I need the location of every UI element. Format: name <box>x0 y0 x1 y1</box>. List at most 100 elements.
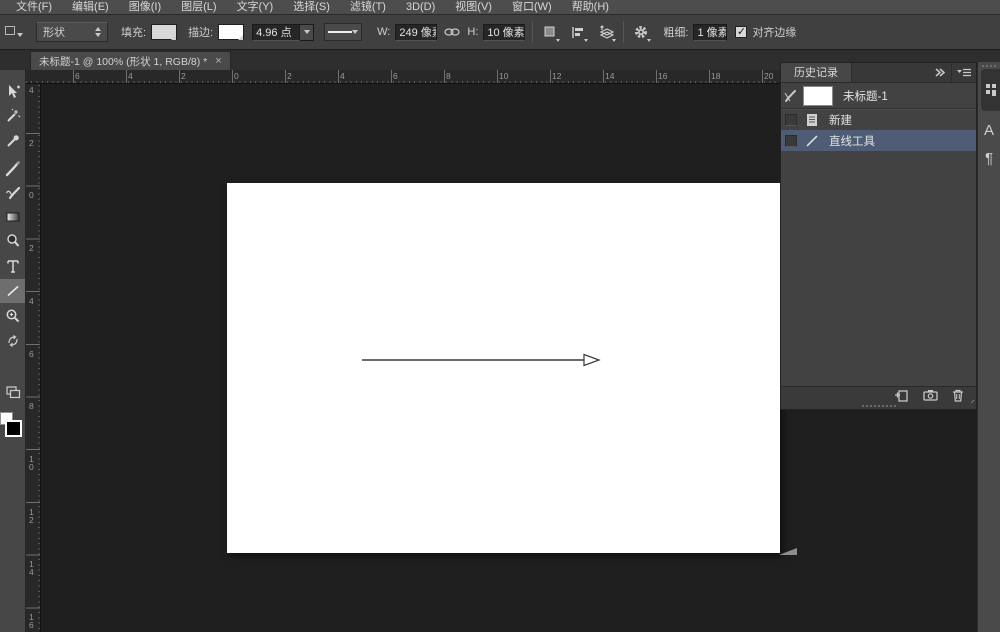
ruler-number: 6 <box>29 350 37 358</box>
history-panel-tab[interactable]: 历史记录 <box>781 63 852 82</box>
ruler-number: 0 <box>234 71 239 81</box>
ruler-number: 14 <box>29 560 37 576</box>
history-row-line-tool[interactable]: 直线工具 <box>781 130 976 151</box>
tool-preset-icon[interactable] <box>2 21 24 43</box>
align-edges-checkbox[interactable]: ✓ <box>735 26 747 38</box>
ruler-number: 2 <box>287 71 292 81</box>
collapse-panel-icon[interactable] <box>929 63 951 82</box>
paragraph-panel-icon[interactable]: ¶ <box>978 150 1000 167</box>
ruler-number: 6 <box>393 71 398 81</box>
snapshot-thumbnail <box>803 86 833 106</box>
menu-item[interactable]: 3D(D) <box>396 0 445 15</box>
link-wh-icon[interactable] <box>442 22 462 42</box>
switch-colors-icon[interactable] <box>0 332 25 348</box>
background-color-swatch[interactable] <box>5 420 22 437</box>
document-tab[interactable]: 未标题-1 @ 100% (形状 1, RGB/8) * × <box>30 51 231 70</box>
new-document-icon <box>803 113 821 127</box>
ruler-number: 0 <box>29 191 37 199</box>
weight-label: 粗细: <box>663 24 688 40</box>
type-tool[interactable] <box>0 254 25 278</box>
menu-item[interactable]: 窗口(W) <box>502 0 562 15</box>
line-tool[interactable] <box>0 279 25 303</box>
ruler-number: 2 <box>29 244 37 252</box>
path-operations-icon[interactable] <box>540 22 560 42</box>
menu-item[interactable]: 帮助(H) <box>562 0 619 15</box>
history-row-label: 直线工具 <box>829 133 875 149</box>
tool-mode-value: 形状 <box>43 24 65 40</box>
menu-item[interactable]: 编辑(E) <box>62 0 119 15</box>
ruler-number: 8 <box>29 402 37 410</box>
canvas[interactable] <box>227 183 780 553</box>
stroke-width-input[interactable]: 4.96 点 <box>252 24 300 41</box>
stroke-swatch[interactable] <box>218 24 244 40</box>
new-snapshot-camera-icon[interactable] <box>923 389 938 401</box>
history-source-checkbox[interactable] <box>785 114 797 126</box>
dodge-tool[interactable] <box>0 229 25 253</box>
ruler-number: 8 <box>446 71 451 81</box>
options-bar: 形状 填充: 描边: 4.96 点 W: 249 像素 H: 10 像素 <box>0 15 1000 50</box>
delete-state-trash-icon[interactable] <box>952 389 964 402</box>
tools-panel <box>0 70 26 632</box>
path-alignment-icon[interactable] <box>568 22 588 42</box>
panel-menu-icon[interactable] <box>951 63 976 82</box>
ruler-number: 10 <box>29 455 37 471</box>
ruler-number: 4 <box>340 71 345 81</box>
ruler-number: 10 <box>499 71 508 81</box>
shape-width-input[interactable]: 249 像素 <box>395 24 437 41</box>
ruler-number: 2 <box>181 71 186 81</box>
fill-swatch[interactable] <box>151 24 177 40</box>
menu-item[interactable]: 滤镜(T) <box>340 0 396 15</box>
vertical-ruler[interactable]: 420246810121416 <box>26 84 41 632</box>
width-label: W: <box>377 26 390 38</box>
menu-bar: 文件(F)编辑(E)图像(I)图层(L)文字(Y)选择(S)滤镜(T)3D(D)… <box>0 0 1000 15</box>
ruler-number: 16 <box>658 71 667 81</box>
zoom-tool[interactable] <box>0 304 25 328</box>
eyedropper-tool[interactable] <box>0 129 25 153</box>
ruler-number: 20 <box>764 71 773 81</box>
canvas-corner-artifact <box>779 546 797 556</box>
path-arrangement-icon[interactable] <box>596 22 616 42</box>
stroke-type-dropdown[interactable] <box>324 23 362 41</box>
collapsed-panel-dock: A ¶ <box>977 62 1000 632</box>
new-document-from-state-icon[interactable] <box>894 389 909 402</box>
weight-input[interactable]: 1 像素 <box>693 24 727 41</box>
collapsed-panel-grid-icon[interactable] <box>981 69 1000 111</box>
menu-item[interactable]: 文字(Y) <box>227 0 284 15</box>
menu-item[interactable]: 视图(V) <box>445 0 502 15</box>
align-edges-label: 对齐边缘 <box>752 24 796 40</box>
photoshop-window: 文件(F)编辑(E)图像(I)图层(L)文字(Y)选择(S)滤镜(T)3D(D)… <box>0 0 1000 632</box>
fill-label: 填充: <box>121 24 146 40</box>
brush-tool[interactable] <box>0 157 25 181</box>
history-panel-footer <box>781 386 976 403</box>
height-label: H: <box>467 26 478 38</box>
screen-mode-icon[interactable] <box>0 380 25 404</box>
document-tab-title: 未标题-1 @ 100% (形状 1, RGB/8) * <box>39 54 207 69</box>
line-style-preview <box>328 31 352 33</box>
dock-drag-handle[interactable] <box>982 65 996 67</box>
menu-item[interactable]: 选择(S) <box>283 0 340 15</box>
history-brush-tool[interactable] <box>0 181 25 205</box>
ruler-number: 4 <box>128 71 133 81</box>
close-tab-icon[interactable]: × <box>215 55 221 67</box>
gear-icon[interactable] <box>631 22 651 42</box>
ruler-number: 6 <box>75 71 80 81</box>
character-panel-icon[interactable]: A <box>978 122 1000 139</box>
panel-drag-handle[interactable] <box>781 403 976 409</box>
history-row-new[interactable]: 新建 <box>781 109 976 130</box>
history-row-label: 新建 <box>829 112 852 128</box>
stroke-width-dropdown[interactable] <box>300 24 314 41</box>
magic-wand-tool[interactable] <box>0 104 25 128</box>
gradient-tool[interactable] <box>0 205 25 229</box>
menu-item[interactable]: 文件(F) <box>6 0 62 15</box>
menu-item[interactable]: 图像(I) <box>119 0 171 15</box>
history-snapshot-row[interactable]: 未标题-1 <box>781 83 976 109</box>
ruler-number: 14 <box>605 71 614 81</box>
move-tool[interactable] <box>0 80 25 104</box>
shape-height-input[interactable]: 10 像素 <box>483 24 525 41</box>
history-brush-source-icon[interactable] <box>781 89 801 103</box>
horizontal-ruler[interactable]: 64202468101214161820 <box>26 70 780 84</box>
history-source-checkbox[interactable] <box>785 135 797 147</box>
tool-mode-select[interactable]: 形状 <box>36 22 108 42</box>
ruler-number: 4 <box>29 297 37 305</box>
menu-item[interactable]: 图层(L) <box>171 0 226 15</box>
